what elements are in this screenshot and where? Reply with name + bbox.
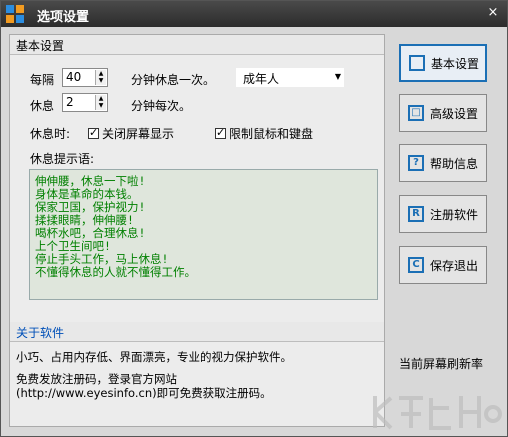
- profile-select[interactable]: 成年人 ▼: [236, 68, 344, 87]
- about-website: (http://www.eyesinfo.cn)即可免费获取注册码。: [16, 386, 272, 400]
- rest-value: 2: [66, 95, 74, 109]
- spin-down-icon[interactable]: ▼: [96, 102, 106, 109]
- checkbox-checked-icon[interactable]: [215, 126, 226, 139]
- close-screen-label: 关闭屏幕显示: [102, 127, 175, 141]
- close-button[interactable]: ×: [485, 5, 501, 21]
- rest-spinner[interactable]: 2 ▲ ▼: [62, 93, 108, 112]
- limit-input-checkbox[interactable]: 限制鼠标和键盘: [215, 125, 313, 142]
- interval-value: 40: [66, 70, 82, 84]
- box-icon: □: [408, 105, 424, 121]
- refresh-rate-label: 当前屏幕刷新率: [399, 357, 484, 371]
- square-icon: [409, 55, 425, 71]
- help-label: 帮助信息: [430, 156, 479, 171]
- during-rest-label: 休息时:: [30, 127, 71, 141]
- rest-label: 休息: [30, 99, 55, 113]
- interval-arrows[interactable]: ▲ ▼: [95, 70, 106, 85]
- app-logo-icon: [6, 5, 24, 23]
- help-button[interactable]: ? 帮助信息: [399, 144, 487, 182]
- about-header: 关于软件: [10, 322, 384, 342]
- title-bar[interactable]: 选项设置 ×: [1, 1, 507, 27]
- save-exit-label: 保存退出: [430, 258, 479, 273]
- interval-spinner[interactable]: 40 ▲ ▼: [62, 68, 108, 87]
- spin-up-icon[interactable]: ▲: [96, 70, 106, 77]
- sidebar: 基本设置 □ 高级设置 ? 帮助信息 R 注册软件 C 保存退出 当前屏幕刷新率: [390, 34, 500, 427]
- every-label: 每隔: [30, 73, 55, 87]
- window-title: 选项设置: [37, 10, 90, 25]
- watermark-logo-icon: [373, 396, 502, 430]
- advanced-settings-button[interactable]: □ 高级设置: [399, 94, 487, 132]
- spin-down-icon[interactable]: ▼: [96, 77, 106, 84]
- prompt-label: 休息提示语:: [30, 152, 95, 166]
- help-icon: ?: [408, 155, 424, 171]
- interval-unit-label: 分钟休息一次。: [131, 73, 216, 87]
- spin-up-icon[interactable]: ▲: [96, 95, 106, 102]
- register-icon: R: [408, 206, 424, 222]
- about-title: 关于软件: [16, 326, 65, 340]
- basic-settings-label: 基本设置: [431, 56, 480, 71]
- profile-value: 成年人: [243, 72, 280, 86]
- save-exit-button[interactable]: C 保存退出: [399, 246, 487, 284]
- limit-input-label: 限制鼠标和键盘: [229, 127, 314, 141]
- save-icon: C: [408, 257, 424, 273]
- message-line: 不懂得休息的人就不懂得工作。: [35, 265, 196, 279]
- checkbox-checked-icon[interactable]: [88, 126, 99, 139]
- basic-settings-button[interactable]: 基本设置: [399, 44, 487, 82]
- chevron-down-icon[interactable]: ▼: [335, 72, 341, 81]
- close-screen-checkbox[interactable]: 关闭屏幕显示: [88, 125, 174, 142]
- rest-message-textarea[interactable]: 伸伸腰，休息一下啦! 身体是革命的本钱。 保家卫国，保护视力! 揉揉眼睛，伸伸腰…: [29, 169, 378, 300]
- options-window: 选项设置 × 基本设置 每隔 40 ▲ ▼ 分钟休息一次。 成年人 ▼ 休息 2…: [0, 0, 508, 437]
- advanced-settings-label: 高级设置: [430, 106, 479, 121]
- settings-panel: 基本设置 每隔 40 ▲ ▼ 分钟休息一次。 成年人 ▼ 休息 2 ▲ ▼ 分钟…: [9, 34, 385, 427]
- about-description: 小巧、占用内存低、界面漂亮，专业的视力保护软件。: [16, 350, 292, 364]
- basic-settings-title: 基本设置: [16, 39, 65, 53]
- register-button[interactable]: R 注册软件: [399, 195, 487, 233]
- rest-unit-label: 分钟每次。: [131, 99, 192, 113]
- basic-settings-header: 基本设置: [10, 35, 384, 55]
- register-label: 注册软件: [430, 207, 479, 222]
- rest-arrows[interactable]: ▲ ▼: [95, 95, 106, 110]
